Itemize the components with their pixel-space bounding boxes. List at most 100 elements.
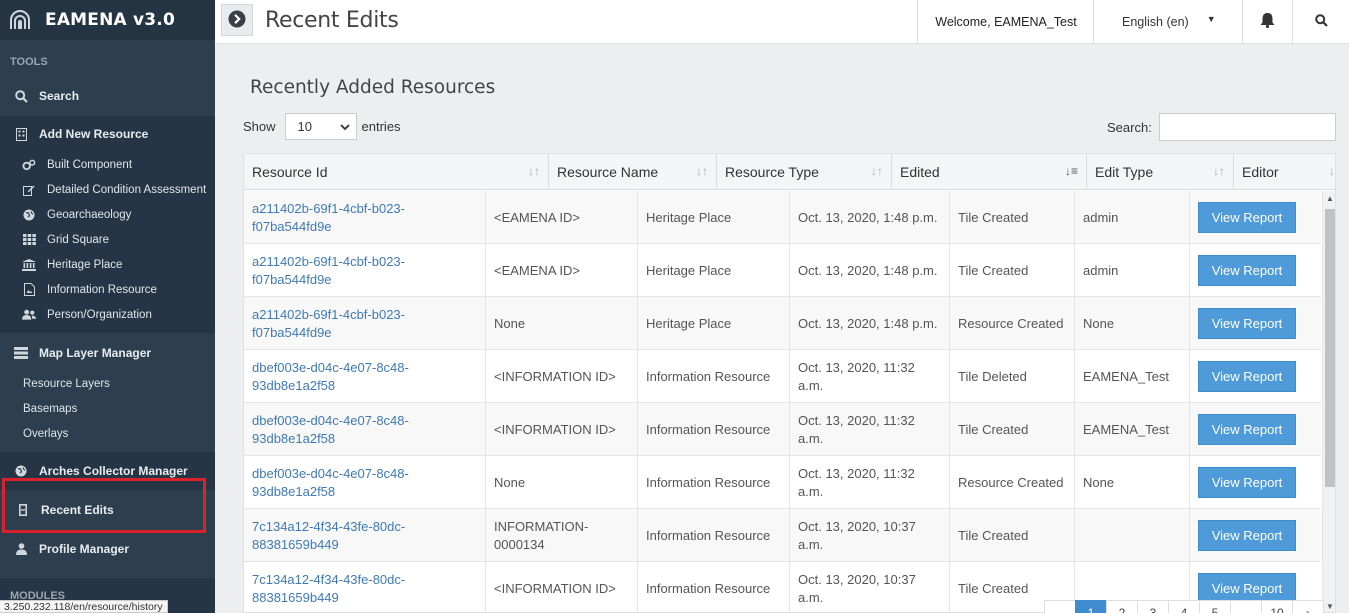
column-header-edit-type[interactable]: Edit Type ↓↑ — [1087, 154, 1234, 190]
sidebar-item-basemaps[interactable]: Basemaps — [0, 396, 215, 421]
sidebar-item-resource-layers[interactable]: Resource Layers — [0, 371, 215, 396]
scroll-thumb[interactable] — [1325, 209, 1335, 487]
nav-search[interactable]: Search — [0, 78, 215, 114]
status-bar-url: 3.250.232.118/en/resource/history — [0, 600, 168, 613]
cell-resource-id-line[interactable]: dbef003e-d04c-4e07-8c48- — [252, 412, 409, 430]
cell-resource-id-line[interactable]: f07ba544fd9e — [252, 218, 405, 236]
view-report-button[interactable]: View Report — [1198, 520, 1296, 551]
welcome-user[interactable]: Welcome, EAMENA_Test — [917, 0, 1094, 43]
cell-resource-id[interactable]: 7c134a12-4f34-43fe-80dc- 88381659b449 — [244, 509, 486, 562]
sidebar-item-overlays[interactable]: Overlays — [0, 421, 215, 446]
view-report-button[interactable]: View Report — [1198, 414, 1296, 445]
cell-resource-id-text[interactable]: dbef003e-d04c-4e07-8c48- 93db8e1a2f58 — [252, 412, 409, 448]
page-link[interactable]: › — [1292, 600, 1324, 613]
cell-resource-id[interactable]: dbef003e-d04c-4e07-8c48- 93db8e1a2f58 — [244, 350, 486, 403]
cell-resource-id-line[interactable]: a211402b-69f1-4cbf-b023- — [252, 200, 405, 218]
page-link[interactable]: ... — [1230, 600, 1262, 613]
page-link[interactable]: 5 — [1199, 600, 1231, 613]
app-title: EAMENA v3.0 — [45, 10, 175, 30]
cell-resource-id-line[interactable]: 7c134a12-4f34-43fe-80dc- — [252, 518, 405, 536]
cell-resource-id-text[interactable]: a211402b-69f1-4cbf-b023- f07ba544fd9e — [252, 253, 405, 289]
view-report-button[interactable]: View Report — [1198, 467, 1296, 498]
cell-resource-id-text[interactable]: 7c134a12-4f34-43fe-80dc- 88381659b449 — [252, 518, 405, 554]
cell-resource-id-line[interactable]: a211402b-69f1-4cbf-b023- — [252, 253, 405, 271]
chevron-right-circle-icon — [228, 10, 246, 31]
view-report-button[interactable]: View Report — [1198, 255, 1296, 286]
cell-edit-type: Tile Created — [950, 509, 1075, 562]
cell-resource-id[interactable]: a211402b-69f1-4cbf-b023- f07ba544fd9e — [244, 191, 486, 244]
cell-resource-type-text: Heritage Place — [646, 209, 732, 225]
entries-select[interactable]: 10 — [284, 113, 357, 140]
top-search-button[interactable] — [1292, 0, 1349, 43]
cell-edit-type: Tile Deleted — [950, 350, 1075, 403]
sidebar-item-label: Basemaps — [23, 402, 78, 415]
cell-resource-id-line[interactable]: f07ba544fd9e — [252, 324, 405, 342]
notifications-button[interactable] — [1242, 0, 1292, 43]
view-report-button[interactable]: View Report — [1198, 308, 1296, 339]
cell-resource-id-line[interactable]: f07ba544fd9e — [252, 271, 405, 289]
bell-icon — [1260, 12, 1275, 31]
cell-resource-id-line[interactable]: 93db8e1a2f58 — [252, 430, 409, 448]
cell-resource-id-line[interactable]: 93db8e1a2f58 — [252, 377, 409, 395]
cell-resource-name: <INFORMATION ID> — [486, 403, 638, 456]
sidebar-item-grid-square[interactable]: Grid Square — [0, 227, 215, 252]
page-link[interactable]: 2 — [1106, 600, 1138, 613]
nav-profile-manager[interactable]: Profile Manager — [0, 530, 215, 568]
cell-resource-id-line[interactable]: 88381659b449 — [252, 536, 405, 554]
column-header-editor[interactable]: Editor ↓ — [1234, 154, 1335, 190]
cell-edit-type-text: Tile Created — [958, 421, 1029, 437]
brand-header[interactable]: EAMENA v3.0 — [0, 0, 215, 40]
nav-map-layer-manager[interactable]: Map Layer Manager — [0, 335, 215, 371]
cell-resource-id[interactable]: dbef003e-d04c-4e07-8c48- 93db8e1a2f58 — [244, 403, 486, 456]
page-link[interactable]: ... — [1044, 600, 1076, 613]
cell-resource-type: Information Resource — [638, 509, 790, 562]
cell-action: View Report — [1190, 456, 1321, 509]
bank-icon — [22, 258, 36, 271]
cell-resource-id[interactable]: a211402b-69f1-4cbf-b023- f07ba544fd9e — [244, 297, 486, 350]
cell-resource-id-line[interactable]: a211402b-69f1-4cbf-b023- — [252, 306, 405, 324]
sidebar-item-label: Built Component — [47, 158, 133, 171]
page-link[interactable]: 10 — [1261, 600, 1293, 613]
sidebar-item-person-organization[interactable]: Person/Organization — [0, 302, 215, 327]
column-header-resource-type[interactable]: Resource Type ↓↑ — [717, 154, 892, 190]
cell-resource-id-line[interactable]: dbef003e-d04c-4e07-8c48- — [252, 465, 409, 483]
cell-resource-id-text[interactable]: 7c134a12-4f34-43fe-80dc- 88381659b449 — [252, 571, 405, 607]
column-header-edited[interactable]: Edited ↓≡ — [892, 154, 1087, 190]
cell-resource-id-line[interactable]: dbef003e-d04c-4e07-8c48- — [252, 359, 409, 377]
cell-resource-id[interactable]: 7c134a12-4f34-43fe-80dc- 88381659b449 — [244, 562, 486, 612]
sidebar-item-geoarchaeology[interactable]: Geoarchaeology — [0, 202, 215, 227]
page-link[interactable]: 1 — [1075, 600, 1107, 613]
column-header-resource-id[interactable]: Resource Id ↓↑ — [244, 154, 549, 190]
cell-resource-id-line[interactable]: 88381659b449 — [252, 589, 405, 607]
cell-resource-id[interactable]: a211402b-69f1-4cbf-b023- f07ba544fd9e — [244, 244, 486, 297]
cell-resource-id-line[interactable]: 7c134a12-4f34-43fe-80dc- — [252, 571, 405, 589]
cell-resource-name-line: <EAMENA ID> — [494, 262, 580, 278]
cell-resource-id[interactable]: dbef003e-d04c-4e07-8c48- 93db8e1a2f58 — [244, 456, 486, 509]
view-report-button[interactable]: View Report — [1198, 361, 1296, 392]
scroll-up-arrow-icon[interactable]: ▲ — [1326, 194, 1334, 203]
main-content: Recently Added Resources Show 10 entries… — [215, 44, 1349, 613]
nav-add-new-resource[interactable]: Add New Resource — [0, 116, 215, 152]
sidebar-item-heritage-place[interactable]: Heritage Place — [0, 252, 215, 277]
sidebar: EAMENA v3.0 TOOLS Search Add New Resourc… — [0, 0, 215, 613]
cell-resource-id-text[interactable]: a211402b-69f1-4cbf-b023- f07ba544fd9e — [252, 200, 405, 236]
cell-resource-id-line[interactable]: 93db8e1a2f58 — [252, 483, 409, 501]
page-link[interactable]: 3 — [1137, 600, 1169, 613]
cell-resource-id-text[interactable]: a211402b-69f1-4cbf-b023- f07ba544fd9e — [252, 306, 405, 342]
language-dropdown[interactable]: English (en) ▼ — [1093, 0, 1243, 43]
table-search-input[interactable] — [1158, 113, 1336, 141]
sidebar-item-detailed-condition-assessment[interactable]: Detailed Condition Assessment — [0, 177, 215, 202]
scroll-down-arrow-icon[interactable]: ▼ — [1326, 602, 1334, 611]
sidebar-toggle-button[interactable] — [221, 4, 253, 36]
grid-icon — [22, 234, 36, 245]
cell-resource-id-text[interactable]: dbef003e-d04c-4e07-8c48- 93db8e1a2f58 — [252, 359, 409, 395]
sidebar-item-built-component[interactable]: Built Component — [0, 152, 215, 177]
cell-resource-type: Information Resource — [638, 456, 790, 509]
sort-icon: ↓↑ — [528, 164, 540, 178]
sidebar-item-information-resource[interactable]: Information Resource — [0, 277, 215, 302]
view-report-button[interactable]: View Report — [1198, 202, 1296, 233]
page-link[interactable]: 4 — [1168, 600, 1200, 613]
column-header-resource-name[interactable]: Resource Name ↓↑ — [549, 154, 717, 190]
cell-resource-id-text[interactable]: dbef003e-d04c-4e07-8c48- 93db8e1a2f58 — [252, 465, 409, 501]
table-scrollbar[interactable]: ▲ ▼ — [1322, 191, 1335, 612]
